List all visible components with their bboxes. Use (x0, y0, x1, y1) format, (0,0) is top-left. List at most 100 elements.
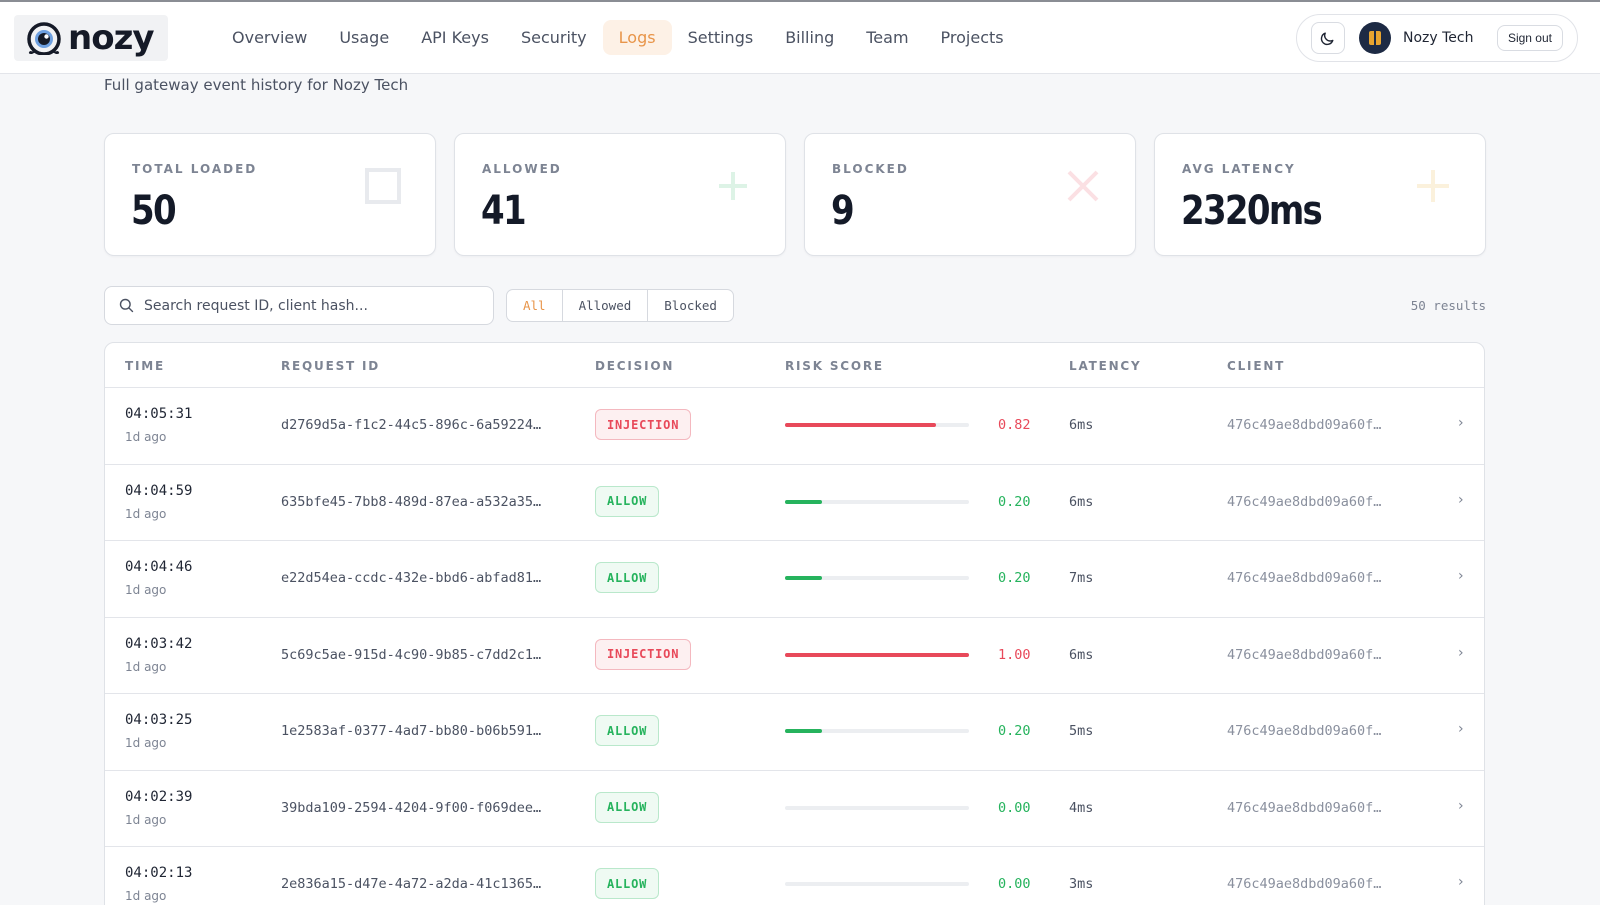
chevron-right-icon[interactable]: › (1458, 645, 1464, 661)
table-row[interactable]: 04:04:59 1d ago 635bfe45-7bb8-489d-87ea-a5… (105, 465, 1484, 541)
user-menu: Nozy Tech Sign out (1296, 14, 1578, 62)
row-client: 476c49ae8dbd09a60f… (1227, 417, 1382, 433)
stat-value: 50 (131, 188, 177, 234)
row-risk-score: 0.20 (998, 723, 1031, 739)
chevron-right-icon[interactable]: › (1458, 492, 1464, 508)
table-row[interactable]: 04:05:31 1d ago d2769d5a-f1c2-44c5-896c-6a… (105, 388, 1484, 465)
logs-table: TIME REQUEST ID DECISION RISK SCORE LATE… (104, 342, 1485, 905)
row-time: 04:05:31 (125, 406, 193, 422)
column-header-request-id[interactable]: REQUEST ID (281, 359, 380, 373)
row-risk-score: 0.20 (998, 493, 1031, 510)
avatar-glyph (1369, 31, 1381, 45)
search-icon (119, 298, 134, 313)
nav-api-keys[interactable]: API Keys (405, 20, 505, 55)
row-request-id: d2769d5a-f1c2-44c5-896c-6a59224… (281, 417, 542, 433)
row-request-id: 1e2583af-0377-4ad7-bb80-b06b591… (281, 723, 542, 739)
row-client: 476c49ae8dbd09a60f… (1227, 723, 1382, 739)
theme-toggle-button[interactable] (1311, 22, 1345, 54)
logo[interactable]: nozy (14, 15, 168, 61)
row-relative-time: 1d ago (125, 889, 167, 903)
row-time: 04:02:39 (125, 788, 193, 805)
risk-bar (785, 805, 969, 810)
row-risk-score: 0.00 (998, 799, 1031, 816)
risk-bar-fill (785, 652, 969, 657)
row-latency: 6ms (1069, 493, 1094, 510)
column-header-risk-score[interactable]: RISK SCORE (785, 359, 884, 373)
square-icon (365, 168, 401, 204)
column-header-client[interactable]: CLIENT (1227, 359, 1285, 373)
risk-bar (785, 882, 969, 886)
row-relative-time: 1d ago (125, 812, 167, 827)
row-relative-time: 1d ago (125, 736, 167, 750)
row-client: 476c49ae8dbd09a60f… (1227, 570, 1382, 586)
table-header: TIME REQUEST ID DECISION RISK SCORE LATE… (105, 343, 1484, 388)
filter-blocked[interactable]: Blocked (648, 290, 733, 321)
row-risk-score: 0.20 (998, 570, 1031, 586)
filter-all[interactable]: All (507, 290, 563, 321)
table-body: 04:05:31 1d ago d2769d5a-f1c2-44c5-896c-6a… (105, 388, 1484, 905)
logo-text: nozy (68, 18, 155, 58)
column-header-latency[interactable]: LATENCY (1069, 359, 1142, 373)
nav-billing[interactable]: Billing (769, 20, 850, 55)
table-row[interactable]: 04:03:42 1d ago 5c69c5ae-915d-4c90-9b85-c7… (105, 618, 1484, 694)
page-subtitle: Full gateway event history for Nozy Tech (104, 76, 409, 94)
search-input[interactable] (144, 297, 464, 314)
row-latency: 6ms (1069, 646, 1094, 663)
filter-allowed[interactable]: Allowed (563, 290, 649, 321)
chevron-right-icon[interactable]: › (1458, 798, 1464, 814)
chevron-right-icon[interactable]: › (1458, 415, 1464, 431)
stat-label: ALLOWED (482, 162, 562, 176)
risk-bar (785, 423, 969, 427)
results-count: 50 results (1410, 298, 1486, 313)
row-latency: 7ms (1069, 570, 1094, 586)
table-row[interactable]: 04:04:46 1d ago e22d54ea-ccdc-432e-bbd6-ab… (105, 541, 1484, 618)
row-time: 04:04:46 (125, 559, 193, 575)
chevron-right-icon[interactable]: › (1458, 874, 1464, 890)
row-relative-time: 1d ago (125, 506, 167, 521)
decision-badge: ALLOW (595, 562, 660, 593)
nav-team[interactable]: Team (850, 20, 924, 55)
search-box (104, 286, 494, 325)
stat-card-allowed: ALLOWED 41 (454, 133, 786, 256)
moon-icon (1320, 32, 1334, 46)
risk-bar-fill (785, 729, 822, 733)
row-latency: 3ms (1069, 876, 1094, 892)
table-row[interactable]: 04:03:25 1d ago 1e2583af-0377-4ad7-bb80-b0… (105, 694, 1484, 771)
row-time: 04:02:13 (125, 865, 193, 881)
row-request-id: e22d54ea-ccdc-432e-bbd6-abfad81… (281, 570, 542, 586)
row-request-id: 39bda109-2594-4204-9f00-f069dee… (281, 799, 542, 816)
nav-settings[interactable]: Settings (672, 20, 770, 55)
nav-logs[interactable]: Logs (602, 20, 672, 55)
nav-usage[interactable]: Usage (323, 20, 405, 55)
stat-card-avg-latency: AVG LATENCY 2320ms (1154, 133, 1486, 256)
nav-projects[interactable]: Projects (925, 20, 1020, 55)
risk-bar-fill (785, 576, 822, 580)
stat-label: AVG LATENCY (1182, 162, 1296, 176)
sign-out-button[interactable]: Sign out (1496, 25, 1563, 51)
column-header-decision[interactable]: DECISION (595, 359, 674, 373)
chevron-right-icon[interactable]: › (1458, 721, 1464, 737)
nav-overview[interactable]: Overview (216, 20, 323, 55)
row-time: 04:03:25 (125, 712, 193, 728)
table-row[interactable]: 04:02:13 1d ago 2e836a15-d47e-4a72-a2da-41… (105, 847, 1484, 905)
sparkle-icon (1417, 170, 1449, 202)
chevron-right-icon[interactable]: › (1458, 568, 1464, 584)
stat-card-total-loaded: TOTAL LOADED 50 (104, 133, 436, 256)
avatar[interactable] (1359, 22, 1391, 54)
decision-badge: INJECTION (595, 409, 692, 440)
stat-card-blocked: BLOCKED 9 (804, 133, 1136, 256)
table-row[interactable]: 04:02:39 1d ago 39bda109-2594-4204-9f00-f0… (105, 771, 1484, 847)
row-latency: 5ms (1069, 723, 1094, 739)
row-relative-time: 1d ago (125, 659, 167, 674)
top-header: nozy Overview Usage API Keys Security Lo… (0, 2, 1600, 74)
row-client: 476c49ae8dbd09a60f… (1227, 876, 1382, 892)
nav-security[interactable]: Security (505, 20, 603, 55)
main-nav: Overview Usage API Keys Security Logs Se… (216, 20, 1020, 55)
decision-badge: ALLOW (595, 791, 660, 823)
stat-value: 41 (481, 188, 527, 234)
decision-badge: INJECTION (595, 638, 692, 670)
risk-bar (785, 499, 969, 504)
decision-filter: All Allowed Blocked (506, 289, 734, 322)
column-header-time[interactable]: TIME (125, 359, 165, 373)
risk-bar-fill (785, 499, 822, 504)
